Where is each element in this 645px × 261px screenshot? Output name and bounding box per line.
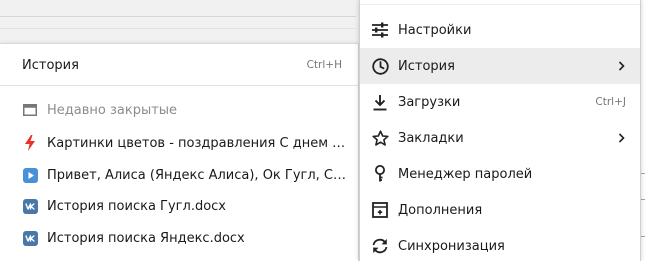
window-icon	[22, 102, 38, 118]
star-icon	[371, 129, 389, 147]
menu-item-bookmarks[interactable]: Закладки	[360, 120, 640, 156]
menu-item-extensions[interactable]: Дополнения	[360, 192, 640, 228]
recently-closed-label: Недавно закрытые	[47, 102, 178, 118]
history-header-label: История	[22, 57, 79, 73]
browser-main-menu: Настройки История Загрузки Ctrl+J Заклад…	[359, 0, 641, 261]
lightning-icon	[22, 135, 38, 151]
chevron-right-icon	[616, 132, 626, 144]
browser-window: История Ctrl+H Недавно закрытые Картинки…	[0, 0, 645, 261]
history-submenu: История Ctrl+H Недавно закрытые Картинки…	[0, 43, 359, 261]
history-entry[interactable]: История поиска Гугл.docx	[0, 190, 358, 222]
history-entry-label: Привет, Алиса (Яндекс Алиса), Ок Гугл, С…	[47, 167, 347, 183]
page-background-line	[0, 28, 356, 29]
download-icon	[371, 93, 389, 111]
vk-icon	[22, 230, 38, 246]
settings-sliders-icon	[371, 21, 389, 39]
menu-item-label: Загрузки	[398, 94, 461, 110]
history-entry-label: История поиска Гугл.docx	[47, 198, 226, 214]
clock-icon	[371, 57, 389, 75]
menu-item-label: Настройки	[398, 22, 472, 38]
history-entry[interactable]: История поиска Яндекс.docx	[0, 222, 358, 254]
page-background-dash	[641, 173, 645, 174]
extensions-icon	[371, 201, 389, 219]
menu-item-password-manager[interactable]: Менеджер паролей	[360, 156, 640, 192]
history-entry-label: История поиска Яндекс.docx	[47, 230, 245, 246]
chevron-right-icon	[616, 60, 626, 72]
menu-item-label: История	[398, 58, 455, 74]
key-icon	[371, 165, 389, 183]
menu-item-history[interactable]: История	[360, 48, 640, 84]
sync-icon	[371, 237, 389, 255]
history-entry[interactable]: Привет, Алиса (Яндекс Алиса), Ок Гугл, С…	[0, 159, 358, 191]
play-icon	[22, 167, 38, 183]
submenu-divider	[0, 85, 358, 86]
history-shortcut: Ctrl+H	[306, 59, 342, 71]
history-header-item[interactable]: История Ctrl+H	[0, 49, 358, 81]
menu-top-edge	[360, 0, 640, 5]
downloads-shortcut: Ctrl+J	[595, 96, 626, 108]
menu-item-downloads[interactable]: Загрузки Ctrl+J	[360, 84, 640, 120]
menu-item-label: Синхронизация	[398, 238, 505, 254]
history-entry[interactable]: Картинки цветов - поздравления С днем ро…	[0, 127, 358, 159]
page-background-top	[0, 0, 360, 44]
menu-item-settings[interactable]: Настройки	[360, 12, 640, 48]
menu-item-label: Менеджер паролей	[398, 166, 533, 182]
page-background-line	[0, 16, 356, 17]
page-background-dash	[641, 199, 645, 200]
recently-closed-item[interactable]: Недавно закрытые	[0, 94, 358, 126]
menu-item-label: Закладки	[398, 130, 464, 146]
vk-icon	[22, 198, 38, 214]
page-background-dash	[641, 236, 645, 237]
menu-item-sync[interactable]: Синхронизация	[360, 228, 640, 261]
menu-item-label: Дополнения	[398, 202, 483, 218]
history-entry-label: Картинки цветов - поздравления С днем ро…	[47, 135, 347, 151]
